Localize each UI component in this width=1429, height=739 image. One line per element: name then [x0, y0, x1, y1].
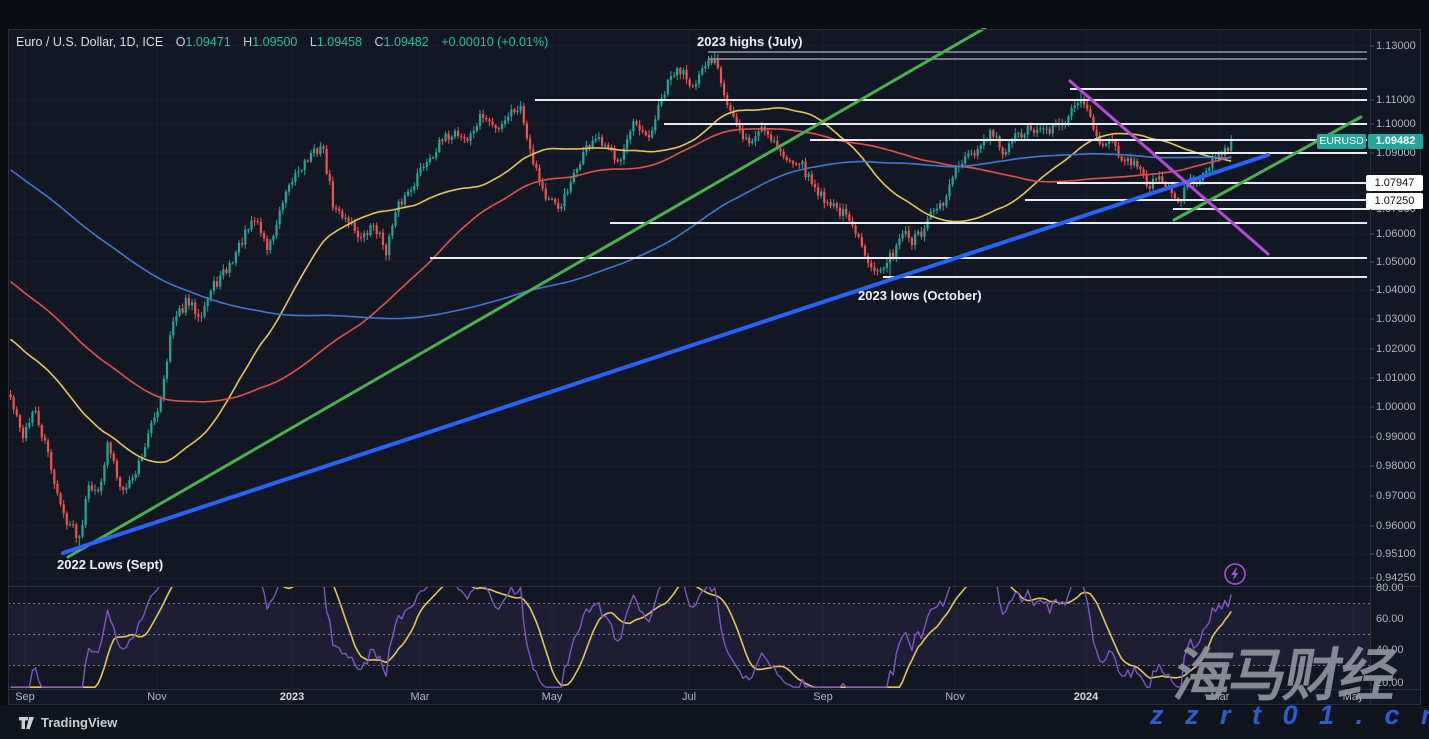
close-label: C	[374, 35, 384, 49]
open-value: 1.09471	[185, 35, 231, 49]
price-axis-label: 1.13000	[1376, 40, 1416, 52]
price-axis-label: 0.96000	[1376, 520, 1416, 532]
lightning-icon	[1224, 563, 1246, 585]
boost-flash-button[interactable]	[1223, 562, 1247, 586]
close-value: 1.09482	[383, 35, 429, 49]
time-axis-label: 2023	[279, 691, 305, 703]
watermark-url: z z r t 0 1 . c n	[1150, 700, 1429, 730]
rsi-axis-label: 60.00	[1376, 613, 1404, 625]
symbol-legend[interactable]: Euro / U.S. Dollar, 1D, ICE O1.09471 H1.…	[16, 35, 548, 49]
high-label: H	[243, 35, 253, 49]
chart-annotation: 2022 Lows (Sept)	[57, 557, 164, 572]
price-axis-label: 1.02000	[1376, 343, 1416, 355]
price-axis-label: 1.06000	[1376, 228, 1416, 240]
time-axis-label: 2024	[1073, 691, 1099, 703]
chart-annotation: 2023 lows (October)	[858, 288, 982, 303]
time-axis-label: May	[541, 691, 563, 703]
time-axis-label: Jul	[681, 691, 697, 703]
price-axis-label: 1.10000	[1376, 118, 1416, 130]
tradingview-logo-text: TradingView	[41, 715, 118, 730]
price-axis-label: 1.04000	[1376, 284, 1416, 296]
low-label: L	[309, 35, 317, 49]
time-axis-label: Nov	[147, 691, 167, 703]
time-axis-label: Mar	[410, 691, 430, 703]
symbol-description: Euro / U.S. Dollar, 1D, ICE	[16, 35, 164, 49]
tradingview-logo-icon	[19, 716, 34, 729]
symbol-price-badge-label: EURUSD	[1317, 134, 1366, 149]
tradingview-published-chart: dacolmanfx published on TradingView.com,…	[0, 0, 1429, 739]
price-axis-label: 1.01000	[1376, 372, 1416, 384]
price-level-badge: 1.07947	[1366, 175, 1423, 191]
open-label: O	[175, 35, 186, 49]
tradingview-logo-link[interactable]: TradingView	[18, 715, 117, 730]
rsi-axis-label: 80.00	[1376, 582, 1404, 594]
chart-annotation: 2023 highs (July)	[697, 34, 803, 49]
price-axis-label: 1.03000	[1376, 313, 1416, 325]
low-value: 1.09458	[316, 35, 363, 49]
price-axis-label: 1.05000	[1376, 256, 1416, 268]
price-axis-label: 1.11000	[1376, 94, 1415, 106]
price-level-badge: 1.07250	[1366, 193, 1423, 209]
high-value: 1.09500	[252, 35, 298, 49]
price-axis-label: 0.99000	[1376, 431, 1416, 443]
time-axis-label: Sep	[15, 691, 35, 703]
price-axis-label: 0.97000	[1376, 490, 1416, 502]
time-axis-label: Sep	[813, 691, 833, 703]
change-value: +0.00010 (+0.01%)	[441, 35, 549, 49]
chart-canvas[interactable]	[0, 0, 1429, 739]
price-axis-label: 0.95100	[1376, 548, 1416, 560]
price-axis-label: 1.00000	[1376, 401, 1416, 413]
time-axis-label: Nov	[945, 691, 965, 703]
symbol-price-badge-value: 1.09482	[1368, 134, 1423, 149]
price-axis-label: 0.98000	[1376, 460, 1416, 472]
